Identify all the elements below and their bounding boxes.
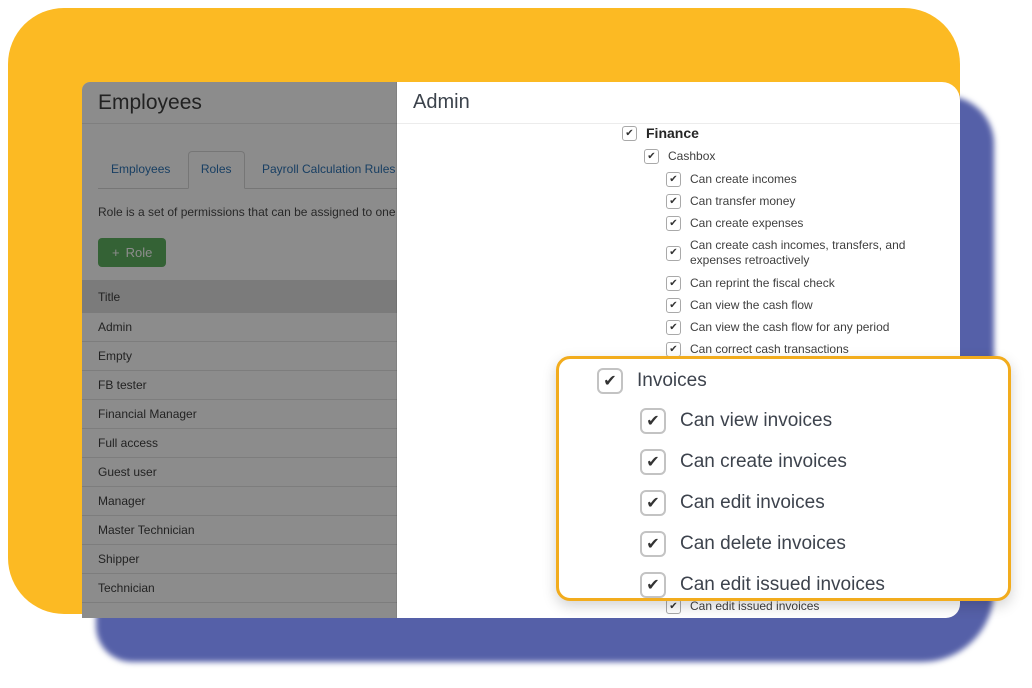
- check-icon: ✔: [669, 197, 677, 207]
- check-icon: ✔: [646, 536, 659, 552]
- checkbox-checked[interactable]: ✔: [666, 599, 681, 614]
- permission-item: ✔ Can edit issued invoices: [666, 599, 819, 614]
- checkbox-checked[interactable]: ✔: [644, 149, 659, 164]
- dim-overlay: [82, 82, 397, 618]
- permission-item: ✔ Can edit invoices: [640, 490, 825, 516]
- employees-panel: Employees Employees Roles Payroll Calcul…: [82, 82, 397, 618]
- admin-panel-header: Admin: [397, 82, 960, 124]
- checkbox-checked[interactable]: ✔: [640, 531, 666, 557]
- checkbox-checked[interactable]: ✔: [666, 276, 681, 291]
- permission-subgroup-cashbox: ✔ Cashbox: [644, 149, 715, 164]
- permission-label: Can edit issued invoices: [680, 574, 885, 596]
- checkbox-checked[interactable]: ✔: [640, 572, 666, 598]
- permission-item: ✔ Can view invoices: [640, 408, 832, 434]
- checkbox-checked[interactable]: ✔: [597, 368, 623, 394]
- check-icon: ✔: [646, 413, 659, 429]
- check-icon: ✔: [646, 495, 659, 511]
- role-title: Admin: [413, 91, 470, 114]
- checkbox-checked[interactable]: ✔: [666, 246, 681, 261]
- permission-label: Can create incomes: [690, 172, 797, 187]
- checkbox-checked[interactable]: ✔: [640, 449, 666, 475]
- check-icon: ✔: [625, 129, 633, 139]
- permission-label: Can create cash incomes, transfers, and …: [690, 238, 930, 268]
- permission-label: Cashbox: [668, 149, 715, 164]
- permission-label: Can edit issued invoices: [690, 599, 819, 614]
- checkbox-checked[interactable]: ✔: [666, 298, 681, 313]
- checkbox-checked[interactable]: ✔: [640, 408, 666, 434]
- permission-item: ✔ Can create expenses: [666, 216, 803, 231]
- checkbox-checked[interactable]: ✔: [666, 216, 681, 231]
- check-icon: ✔: [669, 345, 677, 355]
- permission-item: ✔ Can delete invoices: [640, 531, 846, 557]
- check-icon: ✔: [669, 323, 677, 333]
- check-icon: ✔: [669, 301, 677, 311]
- permission-group-invoices: ✔ Invoices: [597, 368, 707, 394]
- permission-item: ✔ Can create cash incomes, transfers, an…: [666, 238, 930, 268]
- permission-item: ✔ Can transfer money: [666, 194, 795, 209]
- permission-item: ✔ Can correct cash transactions: [666, 342, 849, 357]
- checkbox-checked[interactable]: ✔: [666, 320, 681, 335]
- check-icon: ✔: [603, 373, 616, 389]
- permission-label: Can view the cash flow for any period: [690, 320, 889, 335]
- permission-group-finance: ✔ Finance: [622, 126, 699, 141]
- checkbox-checked[interactable]: ✔: [640, 490, 666, 516]
- check-icon: ✔: [646, 577, 659, 593]
- screenshot-stage: Employees Employees Roles Payroll Calcul…: [0, 0, 1032, 688]
- permission-item: ✔ Can edit issued invoices: [640, 572, 885, 598]
- permission-label: Can reprint the fiscal check: [690, 276, 835, 291]
- permission-label: Can delete invoices: [680, 533, 846, 555]
- checkbox-checked[interactable]: ✔: [622, 126, 637, 141]
- check-icon: ✔: [669, 602, 677, 612]
- check-icon: ✔: [669, 248, 677, 258]
- check-icon: ✔: [646, 454, 659, 470]
- checkbox-checked[interactable]: ✔: [666, 194, 681, 209]
- permission-item: ✔ Can create incomes: [666, 172, 797, 187]
- check-icon: ✔: [669, 279, 677, 289]
- invoices-magnifier-callout: ✔ Invoices ✔ Can view invoices ✔ Can cre…: [556, 356, 1011, 601]
- check-icon: ✔: [669, 175, 677, 185]
- permission-item: ✔ Can view the cash flow: [666, 298, 813, 313]
- permission-item: ✔ Can create invoices: [640, 449, 847, 475]
- permission-label: Can transfer money: [690, 194, 795, 209]
- check-icon: ✔: [647, 152, 655, 162]
- check-icon: ✔: [669, 219, 677, 229]
- checkbox-checked[interactable]: ✔: [666, 172, 681, 187]
- permission-item: ✔ Can reprint the fiscal check: [666, 276, 835, 291]
- permission-label: Can view the cash flow: [690, 298, 813, 313]
- permission-label: Can create expenses: [690, 216, 803, 231]
- permission-label: Can view invoices: [680, 410, 832, 432]
- permission-label: Can correct cash transactions: [690, 342, 849, 357]
- permission-group-label: Finance: [646, 126, 699, 141]
- permission-label: Can create invoices: [680, 451, 847, 473]
- permission-group-label: Invoices: [637, 370, 707, 392]
- permission-label: Can edit invoices: [680, 492, 825, 514]
- checkbox-checked[interactable]: ✔: [666, 342, 681, 357]
- permission-item: ✔ Can view the cash flow for any period: [666, 320, 889, 335]
